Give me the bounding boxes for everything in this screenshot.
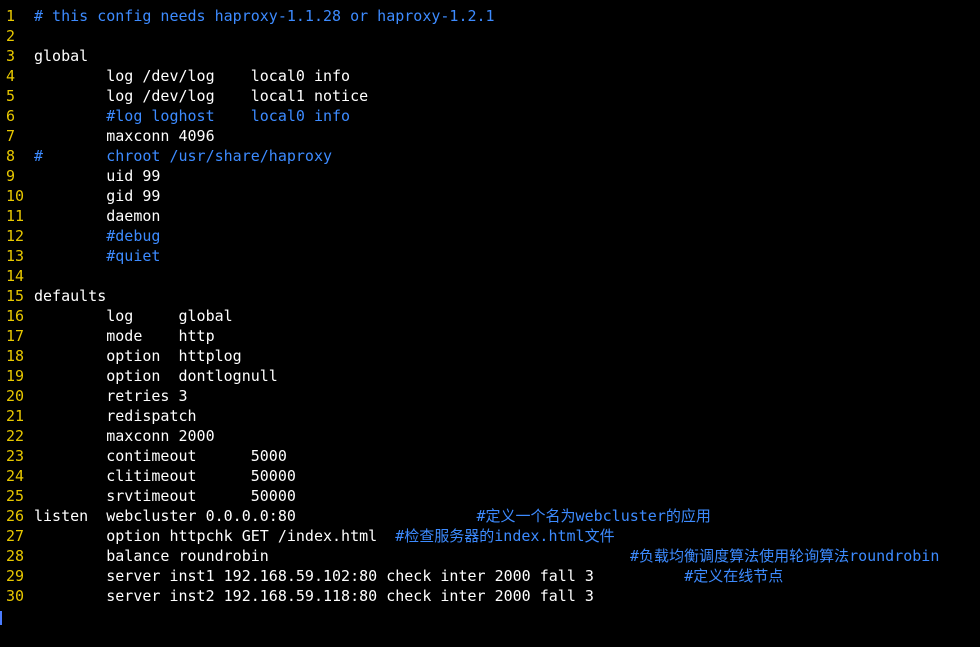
- editor-line[interactable]: 26 listen webcluster 0.0.0.0:80 #定义一个名为we…: [6, 506, 939, 526]
- config-text: log /dev/log local0 info: [34, 67, 351, 85]
- editor-line[interactable]: 3 global: [6, 46, 939, 66]
- line-number: 21: [6, 407, 25, 425]
- editor-line[interactable]: 15 defaults: [6, 286, 939, 306]
- editor-line[interactable]: 11 daemon: [6, 206, 939, 226]
- line-number: 14: [6, 267, 25, 285]
- line-number: 11: [6, 207, 25, 225]
- config-text: balance roundrobin: [34, 547, 631, 565]
- config-comment-text: #负载均衡调度算法使用轮询算法roundrobin: [630, 547, 940, 565]
- config-comment-text: #定义一个名为webcluster的应用: [476, 507, 711, 525]
- line-number: 29: [6, 567, 25, 585]
- config-text: server inst1 192.168.59.102:80 check int…: [34, 567, 685, 585]
- config-text: mode http: [34, 327, 215, 345]
- config-text: option dontlognull: [34, 367, 278, 385]
- line-number: 23: [6, 447, 25, 465]
- editor-line[interactable]: 22 maxconn 2000: [6, 426, 939, 446]
- line-number: 27: [6, 527, 25, 545]
- editor-line[interactable]: 9 uid 99: [6, 166, 939, 186]
- config-text: retries 3: [34, 387, 188, 405]
- config-text: redispatch: [34, 407, 197, 425]
- config-text: gid 99: [34, 187, 161, 205]
- config-comment-text: #定义在线节点: [684, 567, 784, 585]
- editor-line[interactable]: 1 # this config needs haproxy-1.1.28 or h…: [6, 6, 939, 26]
- config-text: listen webcluster 0.0.0.0:80: [34, 507, 477, 525]
- config-text: maxconn 2000: [34, 427, 215, 445]
- config-text: defaults: [34, 287, 107, 305]
- line-number: 25: [6, 487, 25, 505]
- line-number: 17: [6, 327, 25, 345]
- line-number: 30: [6, 587, 25, 605]
- config-text: log global: [34, 307, 233, 325]
- editor-line[interactable]: 20 retries 3: [6, 386, 939, 406]
- config-comment-text: #检查服务器的index.html文件: [395, 527, 615, 545]
- line-number: 9: [6, 167, 16, 185]
- editor-line[interactable]: 16 log global: [6, 306, 939, 326]
- editor-line[interactable]: 8 # chroot /usr/share/haproxy: [6, 146, 939, 166]
- line-number: 12: [6, 227, 25, 245]
- line-number: 6: [6, 107, 16, 125]
- config-text: server inst2 192.168.59.118:80 check int…: [34, 587, 594, 605]
- editor-line[interactable]: 12 #debug: [6, 226, 939, 246]
- line-number: 1: [6, 7, 16, 25]
- editor-line[interactable]: 28 balance roundrobin #负载均衡调度算法使用轮询算法rou…: [6, 546, 939, 566]
- config-text: daemon: [34, 207, 161, 225]
- line-number: 16: [6, 307, 25, 325]
- text-cursor: [0, 611, 2, 625]
- line-number: 2: [6, 27, 16, 45]
- editor-line[interactable]: 23 contimeout 5000: [6, 446, 939, 466]
- config-text: global: [34, 47, 89, 65]
- line-number: 26: [6, 507, 25, 525]
- line-number: 5: [6, 87, 16, 105]
- config-comment-text: #debug: [34, 227, 161, 245]
- config-text: srvtimeout 50000: [34, 487, 296, 505]
- editor-line[interactable]: 24 clitimeout 50000: [6, 466, 939, 486]
- editor-line[interactable]: 2: [6, 26, 939, 46]
- config-comment-text: # this config needs haproxy-1.1.28 or ha…: [34, 7, 495, 25]
- editor-line[interactable]: 27 option httpchk GET /index.html #检查服务器…: [6, 526, 939, 546]
- editor-line[interactable]: 7 maxconn 4096: [6, 126, 939, 146]
- line-number: 15: [6, 287, 25, 305]
- editor-line[interactable]: 25 srvtimeout 50000: [6, 486, 939, 506]
- editor-line[interactable]: 14: [6, 266, 939, 286]
- terminal-window[interactable]: 1 # this config needs haproxy-1.1.28 or h…: [0, 0, 980, 647]
- line-number: 7: [6, 127, 16, 145]
- editor-line[interactable]: 17 mode http: [6, 326, 939, 346]
- config-comment-text: #log loghost local0 info: [34, 107, 351, 125]
- vim-editor-buffer[interactable]: 1 # this config needs haproxy-1.1.28 or h…: [6, 6, 939, 606]
- line-number: 24: [6, 467, 25, 485]
- editor-line[interactable]: 29 server inst1 192.168.59.102:80 check …: [6, 566, 939, 586]
- line-number: 8: [6, 147, 16, 165]
- config-text: clitimeout 50000: [34, 467, 296, 485]
- config-text: option httpchk GET /index.html: [34, 527, 396, 545]
- config-comment-text: #quiet: [34, 247, 161, 265]
- editor-line[interactable]: 18 option httplog: [6, 346, 939, 366]
- line-number: 13: [6, 247, 25, 265]
- config-comment-text: # chroot /usr/share/haproxy: [34, 147, 333, 165]
- line-number: 28: [6, 547, 25, 565]
- line-number: 20: [6, 387, 25, 405]
- editor-line[interactable]: 5 log /dev/log local1 notice: [6, 86, 939, 106]
- config-text: option httplog: [34, 347, 242, 365]
- line-number: 19: [6, 367, 25, 385]
- line-number: 10: [6, 187, 25, 205]
- line-number: 18: [6, 347, 25, 365]
- editor-line[interactable]: 10 gid 99: [6, 186, 939, 206]
- editor-line[interactable]: 6 #log loghost local0 info: [6, 106, 939, 126]
- line-number: 22: [6, 427, 25, 445]
- line-number: 3: [6, 47, 16, 65]
- editor-line[interactable]: 19 option dontlognull: [6, 366, 939, 386]
- config-text: contimeout 5000: [34, 447, 287, 465]
- config-text: uid 99: [34, 167, 161, 185]
- editor-line[interactable]: 4 log /dev/log local0 info: [6, 66, 939, 86]
- line-number: 4: [6, 67, 16, 85]
- editor-line[interactable]: 21 redispatch: [6, 406, 939, 426]
- editor-line[interactable]: 30 server inst2 192.168.59.118:80 check …: [6, 586, 939, 606]
- config-text: log /dev/log local1 notice: [34, 87, 369, 105]
- config-text: maxconn 4096: [34, 127, 215, 145]
- editor-line[interactable]: 13 #quiet: [6, 246, 939, 266]
